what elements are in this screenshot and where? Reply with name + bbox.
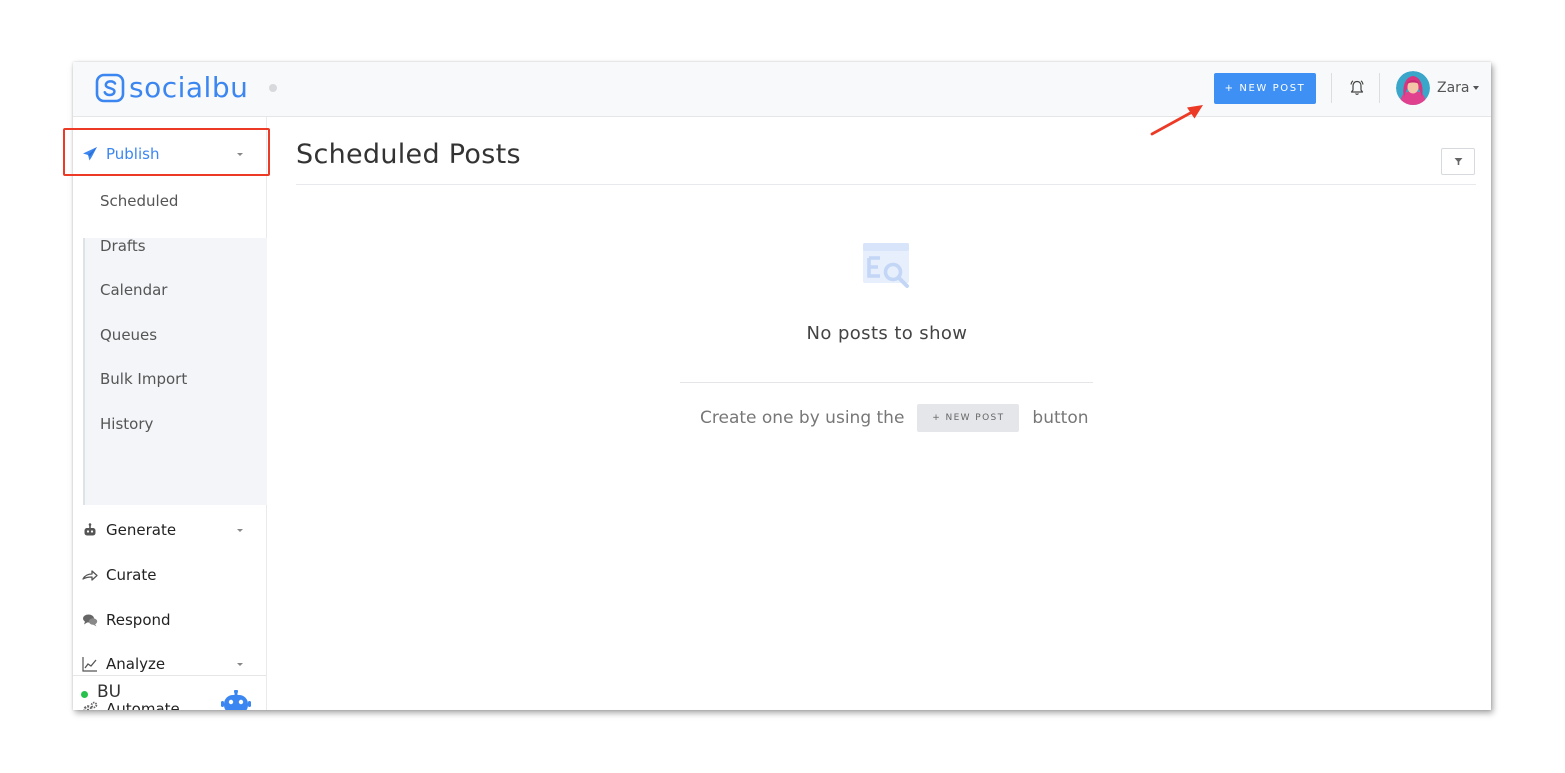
sidebar-item-respond[interactable]: Respond bbox=[73, 598, 266, 642]
empty-state-title: No posts to show bbox=[806, 323, 968, 344]
sidebar-item-generate[interactable]: Generate bbox=[73, 508, 266, 552]
page-title: Scheduled Posts bbox=[296, 139, 521, 170]
filter-icon bbox=[1454, 158, 1462, 165]
chat-bubbles-icon bbox=[82, 612, 98, 628]
app-window: socialbu + NEW POST Zara Publish Schedul… bbox=[73, 62, 1491, 710]
share-arrow-icon bbox=[82, 567, 98, 583]
line-chart-icon bbox=[82, 656, 98, 672]
avatar-image bbox=[1396, 71, 1430, 105]
user-avatar[interactable] bbox=[1396, 71, 1430, 105]
header-divider bbox=[1331, 73, 1332, 103]
hint-text-before: Create one by using the bbox=[700, 408, 905, 428]
sidebar-subitem-queues[interactable]: Queues bbox=[100, 326, 157, 344]
online-status-icon bbox=[81, 691, 88, 698]
sidebar-item-publish[interactable]: Publish bbox=[73, 132, 266, 176]
socialbu-s-icon bbox=[95, 73, 125, 103]
sidebar-subitem-history[interactable]: History bbox=[100, 415, 153, 433]
caret-down-icon bbox=[237, 662, 243, 666]
filter-button[interactable] bbox=[1441, 148, 1475, 175]
title-divider bbox=[296, 184, 1476, 185]
sidebar-item-label: Curate bbox=[106, 566, 157, 584]
sidebar-item-curate[interactable]: Curate bbox=[73, 553, 266, 597]
logo-text: socialbu bbox=[129, 71, 249, 104]
caret-down-icon bbox=[237, 152, 243, 156]
sidebar-subitem-scheduled[interactable]: Scheduled bbox=[100, 192, 178, 210]
paper-plane-icon bbox=[82, 146, 98, 162]
sidebar: Publish Scheduled Drafts Calendar Queues… bbox=[73, 117, 268, 710]
empty-state-hint: Create one by using the + NEW POST butto… bbox=[700, 404, 1089, 432]
chatbot-icon[interactable] bbox=[221, 690, 251, 710]
sidebar-subitem-drafts[interactable]: Drafts bbox=[100, 237, 146, 255]
notification-bell-icon[interactable] bbox=[1349, 79, 1365, 97]
header-divider bbox=[1379, 73, 1380, 103]
workspace-label[interactable]: BU bbox=[97, 682, 121, 702]
sidebar-item-label: Publish bbox=[106, 145, 160, 163]
caret-down-icon[interactable] bbox=[1473, 86, 1479, 90]
empty-state-divider bbox=[680, 382, 1093, 383]
sidebar-item-label: Respond bbox=[106, 611, 171, 629]
sidebar-item-label: Generate bbox=[106, 521, 177, 539]
caret-down-icon bbox=[237, 528, 243, 532]
socialbu-logo[interactable]: socialbu bbox=[95, 73, 248, 103]
new-post-button[interactable]: + NEW POST bbox=[1214, 73, 1316, 104]
sidebar-subitem-bulk-import[interactable]: Bulk Import bbox=[100, 370, 187, 388]
status-dot-icon bbox=[269, 84, 277, 92]
top-navbar: socialbu + NEW POST Zara bbox=[73, 62, 1491, 117]
sidebar-subitem-calendar[interactable]: Calendar bbox=[100, 281, 167, 299]
sidebar-item-label: Analyze bbox=[106, 655, 166, 673]
search-document-icon bbox=[863, 243, 909, 288]
robot-icon bbox=[82, 522, 98, 538]
main-content: Scheduled Posts No posts to show Create … bbox=[267, 117, 1491, 710]
hint-new-post-button[interactable]: + NEW POST bbox=[917, 404, 1020, 432]
hint-text-after: button bbox=[1032, 408, 1089, 428]
user-name[interactable]: Zara bbox=[1437, 80, 1470, 96]
